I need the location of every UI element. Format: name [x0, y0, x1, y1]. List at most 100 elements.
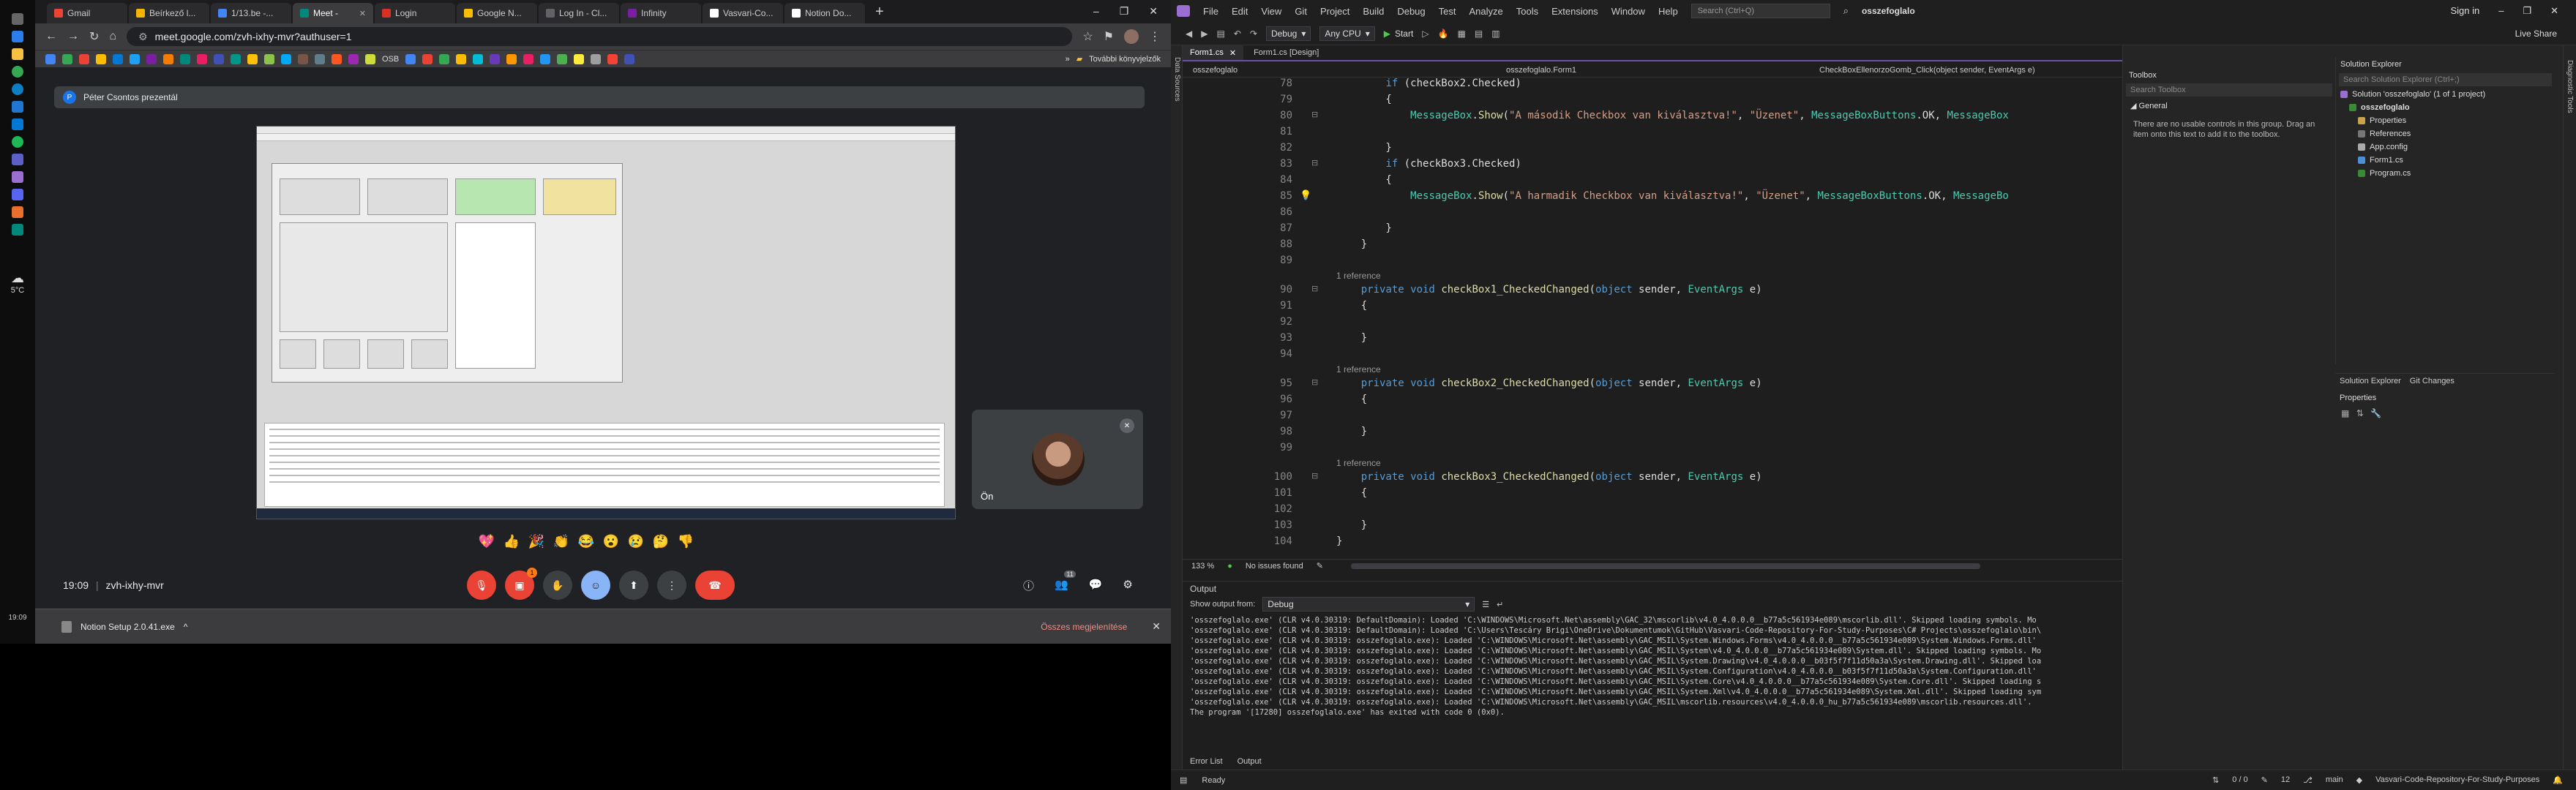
search-icon[interactable] — [12, 13, 23, 25]
reaction-heart-icon[interactable]: 💖 — [478, 533, 495, 550]
spotify-icon[interactable] — [12, 136, 23, 148]
menu-icon[interactable]: ⋮ — [1149, 29, 1161, 44]
bookmark-icon[interactable] — [439, 53, 450, 64]
back-icon[interactable]: ← — [45, 30, 57, 43]
download-filename[interactable]: Notion Setup 2.0.41.exe — [80, 622, 175, 632]
undo-icon[interactable]: ↶ — [1234, 29, 1241, 39]
collapse-icon[interactable]: ⊟ — [1311, 471, 1318, 481]
menu-help[interactable]: Help — [1658, 6, 1678, 17]
diagnostic-tools-strip[interactable]: Diagnostic Tools — [2563, 45, 2576, 770]
reaction-laugh-icon[interactable]: 😂 — [577, 533, 595, 550]
bookmark-icon[interactable] — [473, 53, 484, 64]
bookmark-icon[interactable] — [247, 53, 258, 64]
notification-bell-icon[interactable]: 🔔 — [2553, 775, 2563, 785]
bookmark-icon[interactable] — [315, 53, 325, 64]
configuration-dropdown[interactable]: Debug ▾ — [1265, 26, 1311, 41]
git-repo[interactable]: Vasvari-Code-Repository-For-Study-Purpos… — [2375, 775, 2539, 785]
leave-call-button[interactable]: ☎ — [695, 571, 735, 600]
home-icon[interactable]: ⌂ — [109, 30, 116, 43]
bookmark-icon[interactable] — [130, 53, 140, 64]
brush-icon[interactable]: ✎ — [1317, 561, 1323, 571]
tab-form1-design[interactable]: Form1.cs [Design] — [1246, 45, 1326, 60]
browser-tab[interactable]: Notion Do... — [785, 3, 865, 23]
minimize-icon[interactable]: – — [2498, 5, 2504, 17]
menu-project[interactable]: Project — [1320, 6, 1349, 17]
browser-tab[interactable]: Log In - Cl... — [539, 3, 619, 23]
close-tab-icon[interactable]: ✕ — [359, 9, 366, 18]
close-icon[interactable]: ✕ — [2550, 5, 2558, 17]
bookmark-icon[interactable] — [624, 53, 635, 64]
reaction-thinking-icon[interactable]: 🤔 — [652, 533, 670, 550]
bookmark-folder-osb[interactable]: OSB — [382, 55, 399, 64]
horizontal-scrollbar[interactable] — [1350, 563, 1980, 569]
live-share-button[interactable]: Live Share — [2515, 29, 2576, 39]
teams-icon[interactable] — [12, 154, 23, 165]
chat-icon[interactable]: 💬 — [1089, 578, 1103, 593]
solution-node[interactable]: Solution 'osszefoglalo' (1 of 1 project) — [2336, 88, 2555, 101]
categorized-icon[interactable]: ▦ — [2341, 408, 2349, 418]
weather-widget[interactable]: ☁ 5°C — [11, 271, 24, 295]
menu-debug[interactable]: Debug — [1397, 6, 1425, 17]
bookmark-icon[interactable] — [523, 53, 534, 64]
bookmark-icon[interactable] — [506, 53, 517, 64]
store-icon[interactable] — [12, 101, 23, 113]
tree-item-app-config[interactable]: App.config — [2336, 140, 2555, 154]
close-icon[interactable]: ✕ — [1149, 5, 1158, 18]
other-bookmarks[interactable]: További könyvjelzők — [1089, 55, 1161, 64]
maximize-icon[interactable]: ❐ — [2523, 5, 2531, 17]
mail-icon[interactable] — [12, 118, 23, 130]
project-node[interactable]: osszefoglalo — [2336, 101, 2555, 114]
bookmark-icon[interactable] — [96, 53, 106, 64]
reactions-button[interactable]: ☺ — [581, 571, 610, 600]
toolbar-icon[interactable]: ▤ — [1475, 29, 1483, 39]
bookmark-icon[interactable] — [490, 53, 501, 64]
zoom-level[interactable]: 133 % — [1191, 562, 1214, 571]
tree-item-program[interactable]: Program.cs — [2336, 167, 2555, 180]
browser-tab[interactable]: 1/13.be -... — [211, 3, 291, 23]
site-info-icon[interactable]: ⚙ — [138, 31, 148, 43]
menu-extensions[interactable]: Extensions — [1551, 6, 1598, 17]
edge-icon[interactable] — [12, 83, 23, 95]
hot-reload-icon[interactable]: 🔥 — [1438, 29, 1449, 39]
output-source-dropdown[interactable]: Debug ▾ — [1262, 597, 1475, 612]
toolbar-icon[interactable]: ▦ — [1458, 29, 1466, 39]
reaction-surprised-icon[interactable]: 😮 — [602, 533, 620, 550]
minimize-icon[interactable]: – — [1093, 5, 1099, 18]
bookmark-icon[interactable] — [607, 53, 618, 64]
solution-search[interactable]: Search Solution Explorer (Ctrl+;) — [2339, 73, 2552, 86]
bookmark-icon[interactable] — [456, 53, 467, 64]
taskbar-clock[interactable]: 19:09 — [8, 614, 26, 622]
toolbox-group-general[interactable]: ◢ General — [2123, 97, 2335, 115]
collapse-icon[interactable]: ⊟ — [1311, 110, 1318, 119]
bookmark-icon[interactable] — [231, 53, 241, 64]
git-errors[interactable]: 0 / 0 — [2232, 775, 2247, 785]
meet-icon[interactable] — [12, 224, 23, 236]
bookmark-icon[interactable] — [348, 53, 359, 64]
code-editor[interactable]: 78 if (checkBox2.Checked) 79 {80 MessageB… — [1183, 78, 2122, 559]
tree-item-form1[interactable]: Form1.cs — [2336, 154, 2555, 167]
vs-icon[interactable] — [12, 171, 23, 183]
bookmark-icon[interactable] — [591, 53, 602, 64]
wrench-icon[interactable]: 🔧 — [2370, 408, 2381, 418]
bookmark-icon[interactable] — [113, 53, 123, 64]
tab-form1-cs[interactable]: Form1.cs ✕ — [1183, 45, 1244, 60]
collapse-icon[interactable]: ⊟ — [1311, 377, 1318, 387]
tab-error-list[interactable]: Error List — [1190, 757, 1223, 766]
bookmark-icon[interactable] — [197, 53, 207, 64]
activities-icon[interactable]: ⚙ — [1123, 578, 1132, 593]
tab-git-changes[interactable]: Git Changes — [2410, 377, 2455, 385]
tree-item-properties[interactable]: Properties — [2336, 114, 2555, 127]
start-button[interactable]: ▶ Start — [1384, 29, 1414, 39]
people-icon[interactable]: 👥 11 — [1055, 571, 1076, 593]
browser-tab[interactable]: Google N... — [457, 3, 537, 23]
bookmark-icon[interactable] — [45, 53, 56, 64]
chrome-icon[interactable] — [12, 66, 23, 78]
browser-tab[interactable]: Infinity — [621, 3, 701, 23]
bookmark-icon[interactable] — [62, 53, 72, 64]
menu-analyze[interactable]: Analyze — [1469, 6, 1502, 17]
folder-icon[interactable] — [12, 48, 23, 60]
app-icon[interactable] — [12, 206, 23, 218]
sign-in-link[interactable]: Sign in — [2450, 5, 2479, 17]
bookmark-icon[interactable] — [298, 53, 308, 64]
self-video-tile[interactable]: ✕ Ön — [972, 410, 1143, 509]
